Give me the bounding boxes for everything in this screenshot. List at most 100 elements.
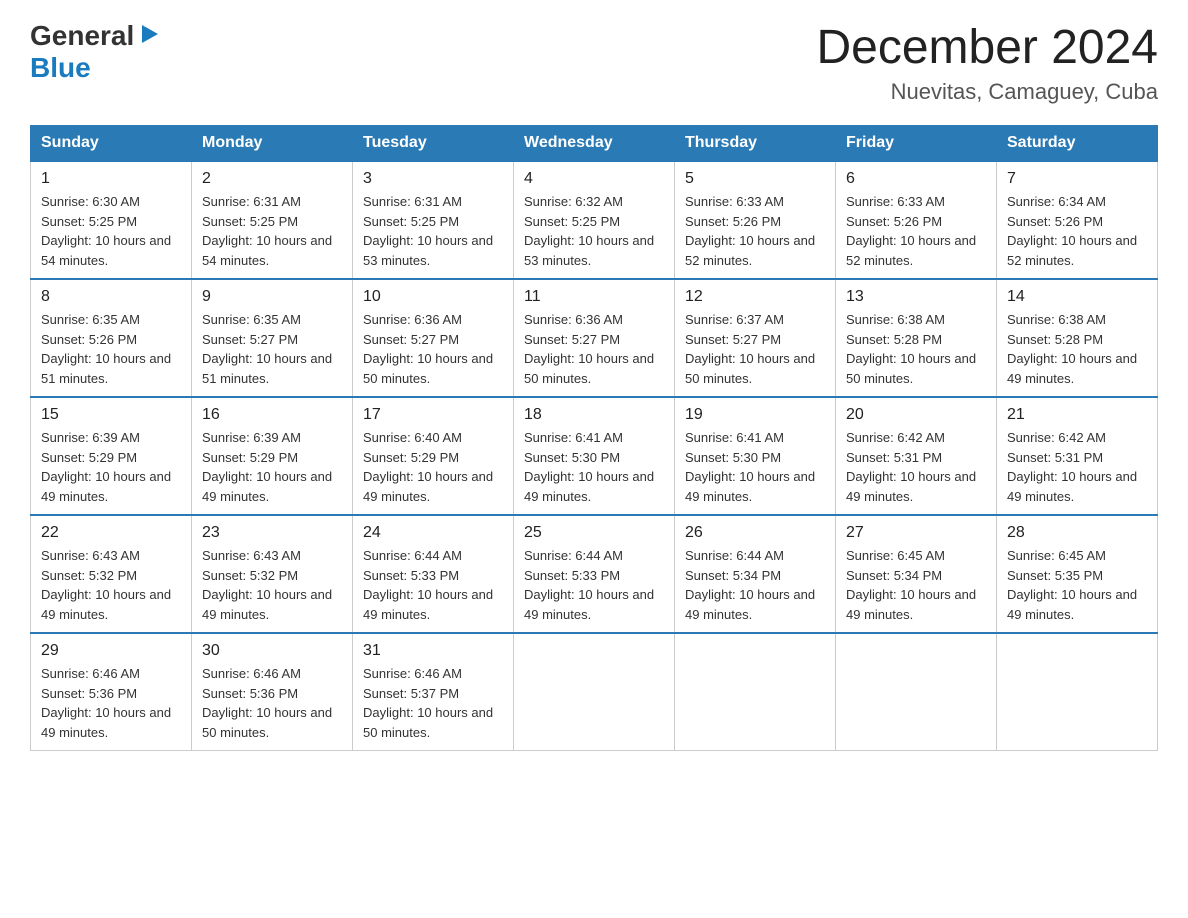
day-info: Sunrise: 6:38 AMSunset: 5:28 PMDaylight:…: [846, 310, 986, 388]
calendar-cell: 17Sunrise: 6:40 AMSunset: 5:29 PMDayligh…: [353, 397, 514, 515]
day-info: Sunrise: 6:34 AMSunset: 5:26 PMDaylight:…: [1007, 192, 1147, 270]
weekday-header-tuesday: Tuesday: [353, 126, 514, 162]
weekday-header-monday: Monday: [192, 126, 353, 162]
calendar-cell: 25 Sunrise: 6:44 AMSunset: 5:33 PMDayligh…: [514, 515, 675, 633]
calendar-cell: 6Sunrise: 6:33 AMSunset: 5:26 PMDaylight…: [836, 161, 997, 279]
day-number: 25: [524, 524, 664, 542]
title-block: December 2024 Nuevitas, Camaguey, Cuba: [816, 20, 1158, 105]
calendar-cell: 15 Sunrise: 6:39 AMSunset: 5:29 PMDayligh…: [31, 397, 192, 515]
calendar-cell: 29 Sunrise: 6:46 AMSunset: 5:36 PMDayligh…: [31, 633, 192, 751]
day-info: Sunrise: 6:41 AMSunset: 5:30 PMDaylight:…: [685, 428, 825, 506]
logo-general-text: General: [30, 20, 134, 52]
weekday-header-thursday: Thursday: [675, 126, 836, 162]
calendar-cell: 4 Sunrise: 6:32 AMSunset: 5:25 PMDaylight…: [514, 161, 675, 279]
calendar-cell: 31Sunrise: 6:46 AMSunset: 5:37 PMDayligh…: [353, 633, 514, 751]
calendar-cell: 5Sunrise: 6:33 AMSunset: 5:26 PMDaylight…: [675, 161, 836, 279]
calendar-cell: 22 Sunrise: 6:43 AMSunset: 5:32 PMDayligh…: [31, 515, 192, 633]
day-number: 31: [363, 642, 503, 660]
day-number: 18: [524, 406, 664, 424]
calendar-cell: 1 Sunrise: 6:30 AMSunset: 5:25 PMDaylight…: [31, 161, 192, 279]
location-title: Nuevitas, Camaguey, Cuba: [816, 79, 1158, 105]
calendar-cell: 12 Sunrise: 6:37 AMSunset: 5:27 PMDayligh…: [675, 279, 836, 397]
day-number: 8: [41, 288, 181, 306]
day-number: 28: [1007, 524, 1147, 542]
day-number: 12: [685, 288, 825, 306]
day-number: 4: [524, 170, 664, 188]
calendar-cell: 26 Sunrise: 6:44 AMSunset: 5:34 PMDayligh…: [675, 515, 836, 633]
day-number: 3: [363, 170, 503, 188]
calendar-cell: 7Sunrise: 6:34 AMSunset: 5:26 PMDaylight…: [997, 161, 1158, 279]
day-number: 22: [41, 524, 181, 542]
calendar-cell: 18Sunrise: 6:41 AMSunset: 5:30 PMDayligh…: [514, 397, 675, 515]
calendar-cell: 16 Sunrise: 6:39 AMSunset: 5:29 PMDayligh…: [192, 397, 353, 515]
logo-arrow-icon: [138, 23, 160, 45]
day-info: Sunrise: 6:39 AMSunset: 5:29 PMDaylight:…: [202, 428, 342, 506]
calendar-cell: 20Sunrise: 6:42 AMSunset: 5:31 PMDayligh…: [836, 397, 997, 515]
day-number: 16: [202, 406, 342, 424]
weekday-header-sunday: Sunday: [31, 126, 192, 162]
day-number: 19: [685, 406, 825, 424]
day-number: 13: [846, 288, 986, 306]
calendar-cell: [836, 633, 997, 751]
day-info: Sunrise: 6:44 AMSunset: 5:33 PMDaylight:…: [524, 546, 664, 624]
day-info: Sunrise: 6:42 AMSunset: 5:31 PMDaylight:…: [1007, 428, 1147, 506]
month-title: December 2024: [816, 20, 1158, 75]
calendar-cell: 14Sunrise: 6:38 AMSunset: 5:28 PMDayligh…: [997, 279, 1158, 397]
calendar-cell: 23Sunrise: 6:43 AMSunset: 5:32 PMDayligh…: [192, 515, 353, 633]
day-number: 17: [363, 406, 503, 424]
calendar-cell: 28 Sunrise: 6:45 AMSunset: 5:35 PMDayligh…: [997, 515, 1158, 633]
day-info: Sunrise: 6:36 AMSunset: 5:27 PMDaylight:…: [524, 310, 664, 388]
calendar-cell: 21 Sunrise: 6:42 AMSunset: 5:31 PMDayligh…: [997, 397, 1158, 515]
day-info: Sunrise: 6:43 AMSunset: 5:32 PMDaylight:…: [202, 546, 342, 624]
day-info: Sunrise: 6:36 AMSunset: 5:27 PMDaylight:…: [363, 310, 503, 388]
day-number: 1: [41, 170, 181, 188]
calendar-week-row: 29 Sunrise: 6:46 AMSunset: 5:36 PMDayligh…: [31, 633, 1158, 751]
calendar-cell: 27Sunrise: 6:45 AMSunset: 5:34 PMDayligh…: [836, 515, 997, 633]
day-info: Sunrise: 6:45 AMSunset: 5:35 PMDaylight:…: [1007, 546, 1147, 624]
calendar-cell: 10 Sunrise: 6:36 AMSunset: 5:27 PMDayligh…: [353, 279, 514, 397]
day-number: 30: [202, 642, 342, 660]
calendar-week-row: 8Sunrise: 6:35 AMSunset: 5:26 PMDaylight…: [31, 279, 1158, 397]
day-info: Sunrise: 6:45 AMSunset: 5:34 PMDaylight:…: [846, 546, 986, 624]
weekday-header-wednesday: Wednesday: [514, 126, 675, 162]
day-info: Sunrise: 6:39 AMSunset: 5:29 PMDaylight:…: [41, 428, 181, 506]
calendar-cell: 19 Sunrise: 6:41 AMSunset: 5:30 PMDayligh…: [675, 397, 836, 515]
calendar-cell: 30 Sunrise: 6:46 AMSunset: 5:36 PMDayligh…: [192, 633, 353, 751]
calendar-cell: 3 Sunrise: 6:31 AMSunset: 5:25 PMDaylight…: [353, 161, 514, 279]
weekday-header-saturday: Saturday: [997, 126, 1158, 162]
day-info: Sunrise: 6:43 AMSunset: 5:32 PMDaylight:…: [41, 546, 181, 624]
day-number: 11: [524, 288, 664, 306]
day-number: 2: [202, 170, 342, 188]
calendar-week-row: 22 Sunrise: 6:43 AMSunset: 5:32 PMDayligh…: [31, 515, 1158, 633]
day-number: 10: [363, 288, 503, 306]
calendar-cell: 13 Sunrise: 6:38 AMSunset: 5:28 PMDayligh…: [836, 279, 997, 397]
day-info: Sunrise: 6:31 AMSunset: 5:25 PMDaylight:…: [363, 192, 503, 270]
day-info: Sunrise: 6:46 AMSunset: 5:36 PMDaylight:…: [202, 664, 342, 742]
logo: General Blue: [30, 20, 160, 84]
day-number: 9: [202, 288, 342, 306]
page-header: General Blue December 2024 Nuevitas, Cam…: [30, 20, 1158, 105]
day-number: 24: [363, 524, 503, 542]
calendar-cell: [997, 633, 1158, 751]
calendar-cell: 8Sunrise: 6:35 AMSunset: 5:26 PMDaylight…: [31, 279, 192, 397]
day-info: Sunrise: 6:44 AMSunset: 5:34 PMDaylight:…: [685, 546, 825, 624]
weekday-header-friday: Friday: [836, 126, 997, 162]
day-number: 29: [41, 642, 181, 660]
day-number: 15: [41, 406, 181, 424]
calendar-cell: [675, 633, 836, 751]
day-info: Sunrise: 6:32 AMSunset: 5:25 PMDaylight:…: [524, 192, 664, 270]
logo-blue-text: Blue: [30, 52, 91, 84]
day-number: 21: [1007, 406, 1147, 424]
day-info: Sunrise: 6:44 AMSunset: 5:33 PMDaylight:…: [363, 546, 503, 624]
day-number: 14: [1007, 288, 1147, 306]
day-info: Sunrise: 6:37 AMSunset: 5:27 PMDaylight:…: [685, 310, 825, 388]
day-info: Sunrise: 6:31 AMSunset: 5:25 PMDaylight:…: [202, 192, 342, 270]
calendar-week-row: 1 Sunrise: 6:30 AMSunset: 5:25 PMDaylight…: [31, 161, 1158, 279]
day-info: Sunrise: 6:30 AMSunset: 5:25 PMDaylight:…: [41, 192, 181, 270]
calendar-week-row: 15 Sunrise: 6:39 AMSunset: 5:29 PMDayligh…: [31, 397, 1158, 515]
day-info: Sunrise: 6:33 AMSunset: 5:26 PMDaylight:…: [685, 192, 825, 270]
day-number: 26: [685, 524, 825, 542]
day-number: 20: [846, 406, 986, 424]
calendar-cell: [514, 633, 675, 751]
day-info: Sunrise: 6:46 AMSunset: 5:36 PMDaylight:…: [41, 664, 181, 742]
